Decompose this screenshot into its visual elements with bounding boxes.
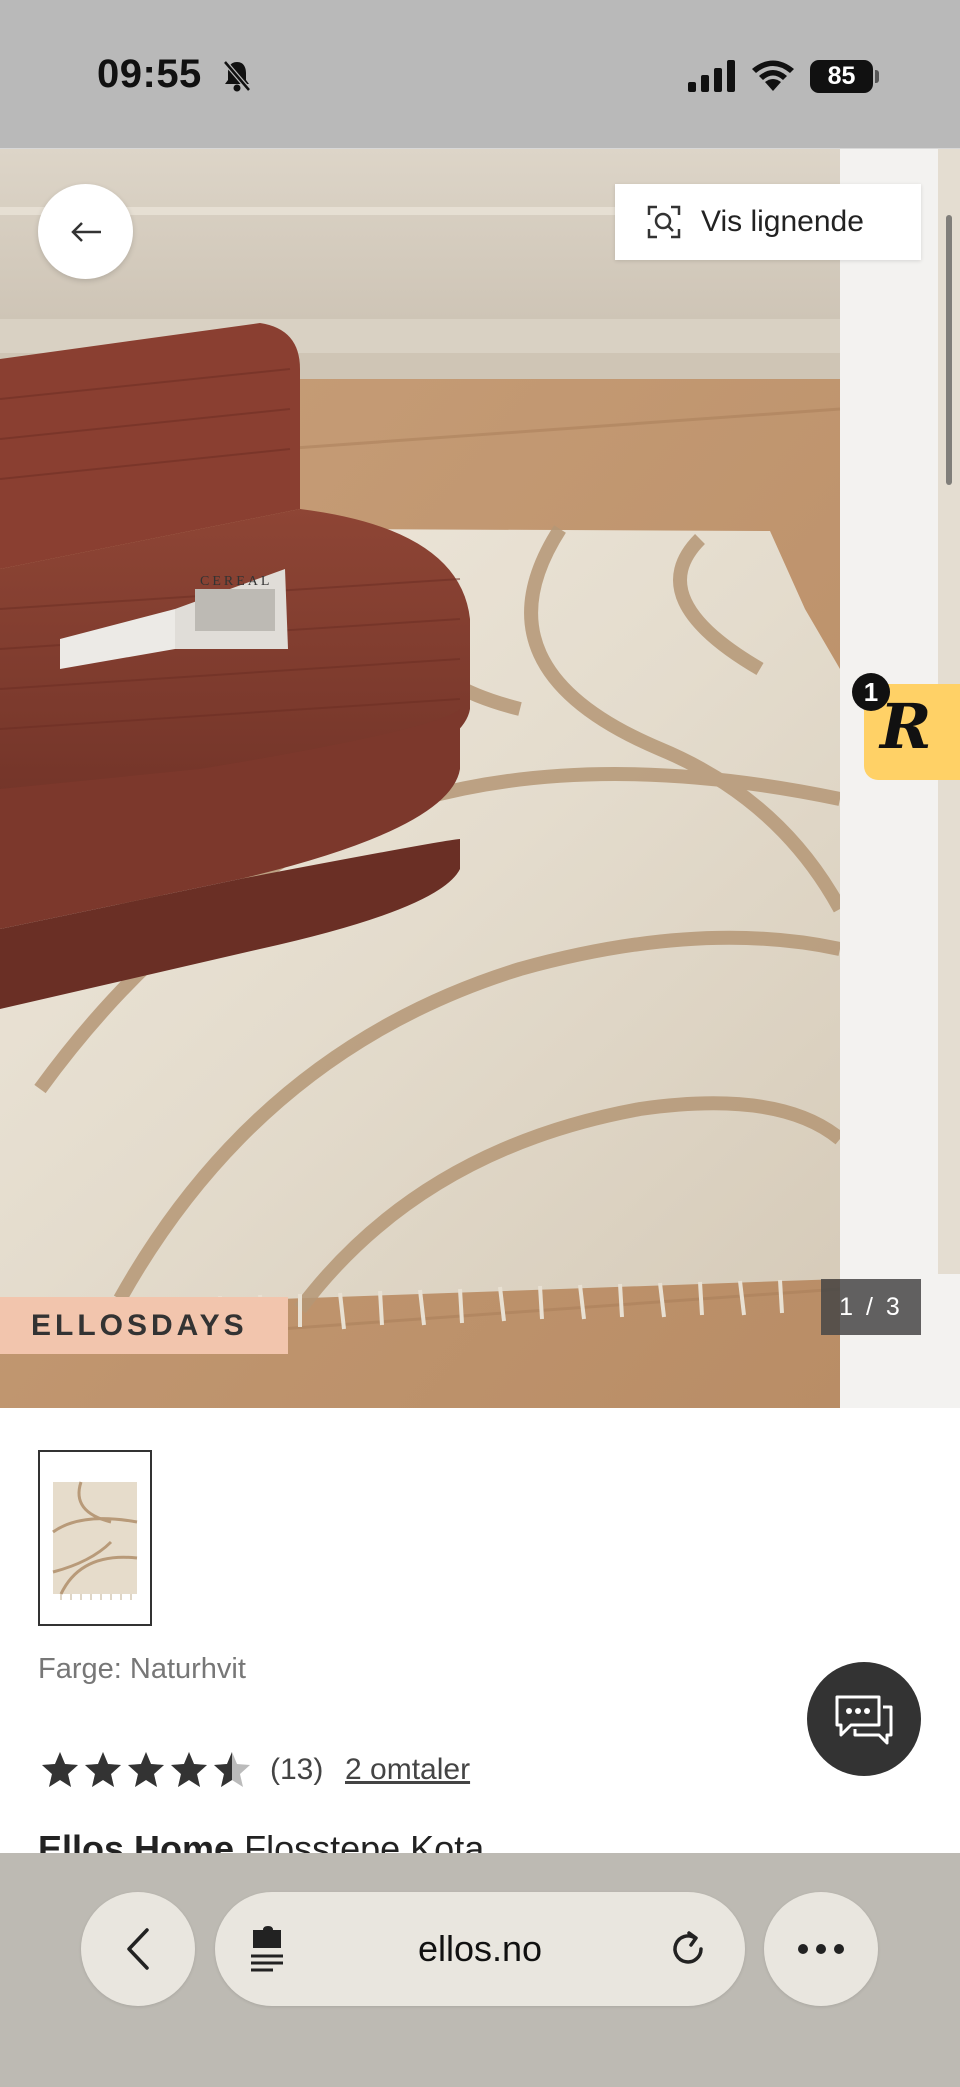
battery-icon: 85 bbox=[810, 60, 873, 93]
star-icon bbox=[128, 1752, 164, 1787]
show-similar-label: Vis lignende bbox=[701, 205, 864, 238]
star-icon bbox=[42, 1752, 78, 1787]
svg-text:CEREAL: CEREAL bbox=[200, 574, 272, 589]
wifi-icon bbox=[752, 60, 794, 91]
sale-tag: ELLOSDAYS bbox=[0, 1297, 288, 1354]
status-bar: 09:55 85 bbox=[0, 0, 960, 149]
url-bar[interactable]: ellos.no bbox=[215, 1892, 745, 2006]
status-time: 09:55 bbox=[97, 52, 202, 96]
signal-icon bbox=[688, 60, 735, 92]
product-photo-illustration: CEREAL bbox=[0, 149, 840, 1408]
url-text: ellos.no bbox=[417, 1928, 543, 1969]
ellipsis-icon bbox=[798, 1944, 844, 1954]
bell-slash-icon bbox=[223, 60, 251, 92]
star-icon bbox=[171, 1752, 207, 1787]
chevron-left-icon bbox=[127, 1928, 149, 1970]
chat-button[interactable] bbox=[807, 1662, 921, 1776]
show-similar-button[interactable]: Vis lignende bbox=[615, 184, 921, 260]
more-options-button[interactable] bbox=[764, 1892, 878, 2006]
back-button[interactable] bbox=[38, 184, 133, 279]
color-label: Farge: Naturhvit bbox=[38, 1653, 246, 1685]
star-icon bbox=[85, 1752, 121, 1787]
reward-badge-count: 1 bbox=[852, 673, 890, 711]
battery-tip bbox=[875, 70, 879, 83]
browser-back-button[interactable] bbox=[81, 1892, 195, 2006]
thumbnail-rug-image bbox=[52, 1481, 138, 1600]
image-thumbnail[interactable] bbox=[38, 1450, 152, 1626]
star-icon bbox=[214, 1752, 250, 1787]
scrollbar[interactable] bbox=[946, 215, 952, 485]
rating-count: (13) bbox=[270, 1753, 324, 1786]
image-counter: 1 / 3 bbox=[821, 1279, 921, 1335]
visual-search-icon bbox=[647, 205, 681, 239]
reviews-link[interactable]: 2 omtaler bbox=[345, 1753, 470, 1787]
reload-icon[interactable] bbox=[667, 1928, 709, 1970]
chat-bubbles-icon bbox=[835, 1695, 893, 1745]
rating-stars bbox=[40, 1750, 252, 1790]
product-image[interactable]: CEREAL bbox=[0, 149, 840, 1408]
arrow-left-icon bbox=[70, 221, 101, 242]
